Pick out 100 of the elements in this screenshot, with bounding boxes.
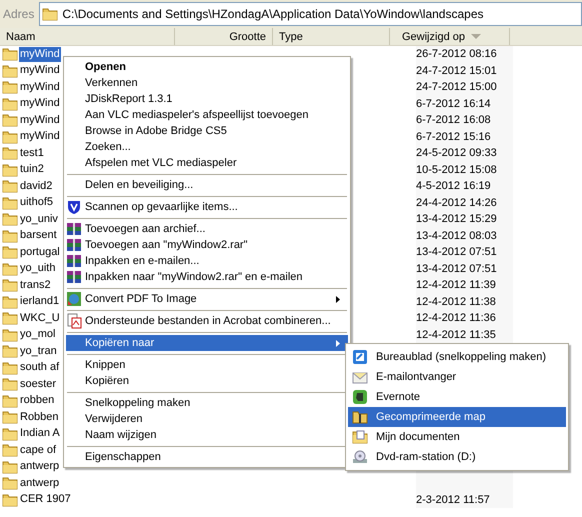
- file-name[interactable]: portugal: [19, 244, 61, 260]
- file-name[interactable]: CER 1907: [19, 492, 72, 508]
- date-modified-cell: 26-7-2012 08:16: [416, 48, 497, 60]
- date-modified-cell: 24-5-2012 09:33: [416, 147, 497, 160]
- document-icon: [66, 313, 82, 329]
- folder-icon: [2, 492, 18, 508]
- date-modified-cell: 2-3-2012 11:57: [416, 494, 490, 506]
- menu-item[interactable]: Ondersteunde bestanden in Acrobat combineren...: [66, 313, 348, 329]
- file-name[interactable]: test1: [19, 146, 45, 161]
- date-modified-cell: 10-5-2012 15:08: [416, 164, 497, 176]
- file-name[interactable]: david2: [19, 178, 54, 194]
- menu-item[interactable]: Kopiëren naar: [66, 335, 348, 351]
- menu-item[interactable]: Knippen: [66, 357, 348, 373]
- books-icon: [66, 237, 82, 253]
- file-name[interactable]: soester: [19, 376, 58, 392]
- menu-item[interactable]: Naam wijzigen: [66, 427, 348, 443]
- file-name[interactable]: myWind: [19, 96, 61, 112]
- folder-icon: [2, 244, 18, 260]
- file-name[interactable]: Indian A: [19, 426, 61, 442]
- file-name[interactable]: barsent: [19, 228, 58, 244]
- date-modified-cell: 6-7-2012 16:08: [416, 114, 491, 126]
- file-name[interactable]: myWind: [19, 46, 61, 62]
- menu-item[interactable]: Dvd-ram-station (D:): [348, 447, 566, 467]
- folder-icon: [2, 162, 18, 178]
- file-name[interactable]: WKC_U: [19, 310, 61, 326]
- file-name[interactable]: myWind: [19, 80, 61, 95]
- folder-icon: [2, 96, 18, 112]
- date-modified-cell: 12-4-2012 11:36: [416, 312, 496, 324]
- column-header[interactable]: Naam: [0, 28, 175, 45]
- zip-folder-icon: [352, 409, 368, 425]
- file-name[interactable]: cape of: [19, 442, 58, 458]
- documents-folder-icon: [352, 429, 368, 445]
- menu-item[interactable]: Eigenschappen: [66, 449, 348, 465]
- menu-item[interactable]: Toevoegen aan "myWindow2.rar": [66, 237, 348, 253]
- menu-item[interactable]: Mijn documenten: [348, 427, 566, 447]
- folder-icon: [2, 458, 18, 475]
- column-header[interactable]: Type: [273, 28, 390, 45]
- folder-icon: [2, 46, 18, 62]
- file-name[interactable]: myWind: [19, 112, 61, 128]
- column-header[interactable]: Gewijzigd op: [390, 28, 510, 45]
- menu-item[interactable]: Kopiëren: [66, 373, 348, 389]
- menu-item[interactable]: Browse in Adobe Bridge CS5: [66, 123, 348, 139]
- file-name[interactable]: myWind: [19, 63, 61, 78]
- folder-icon: [2, 376, 18, 392]
- menu-item[interactable]: Convert PDF To Image: [66, 291, 348, 307]
- file-name[interactable]: uithof5: [19, 195, 54, 210]
- folder-icon: [2, 475, 18, 492]
- file-name[interactable]: myWind: [19, 129, 61, 144]
- address-field[interactable]: C:\Documents and Settings\HZondagA\Application Data\YoWindow\landscapes: [39, 2, 582, 26]
- file-name[interactable]: yo_univ: [19, 212, 59, 227]
- folder-icon: [2, 260, 18, 277]
- file-name[interactable]: tuin2: [19, 162, 45, 178]
- menu-item[interactable]: Afspelen met VLC mediaspeler: [66, 155, 348, 171]
- menu-item[interactable]: JDiskReport 1.3.1: [66, 91, 348, 107]
- folder-icon: [2, 277, 18, 294]
- menu-item[interactable]: Zoeken...: [66, 139, 348, 155]
- desktop-icon: [352, 349, 368, 365]
- menu-item[interactable]: Delen en beveiliging...: [66, 177, 348, 193]
- file-name[interactable]: Robben: [19, 410, 60, 425]
- folder-icon: [2, 178, 18, 194]
- menu-item[interactable]: Verkennen: [66, 75, 348, 91]
- menu-item[interactable]: Toevoegen aan archief...: [66, 221, 348, 237]
- menu-item[interactable]: Evernote: [348, 387, 566, 407]
- menu-item[interactable]: Openen: [66, 59, 348, 75]
- date-modified-cell: 13-4-2012 08:03: [416, 230, 497, 242]
- menu-item[interactable]: Snelkoppeling maken: [66, 395, 348, 411]
- file-name[interactable]: south af: [19, 360, 60, 376]
- menu-item[interactable]: Bureaublad (snelkoppeling maken): [348, 347, 566, 367]
- shield-icon: [66, 199, 82, 215]
- menu-item[interactable]: E-mailontvanger: [348, 367, 566, 387]
- menu-item[interactable]: Verwijderen: [66, 411, 348, 427]
- folder-icon: [2, 194, 18, 211]
- date-modified-cell: 12-4-2012 11:38: [416, 296, 496, 308]
- address-label: Adres: [3, 7, 34, 21]
- file-name[interactable]: antwerp: [19, 476, 60, 491]
- date-modified-cell: 24-4-2012 14:26: [416, 196, 497, 209]
- file-name[interactable]: yo_mol: [19, 327, 56, 342]
- folder-icon: [2, 442, 18, 458]
- file-name[interactable]: trans2: [19, 278, 52, 293]
- date-modified-cell: 12-4-2012 11:39: [416, 279, 496, 292]
- menu-item[interactable]: Scannen op gevaarlijke items...: [66, 199, 348, 215]
- menu-item[interactable]: Gecomprimeerde map: [348, 407, 566, 427]
- folder-icon: [2, 426, 18, 442]
- file-name[interactable]: ierland1: [19, 294, 60, 310]
- file-name[interactable]: antwerp: [19, 459, 60, 474]
- file-name[interactable]: yo_tran: [19, 344, 58, 359]
- folder-icon: [2, 343, 18, 360]
- folder-icon: [2, 360, 18, 376]
- disc-drive-icon: [352, 449, 368, 465]
- menu-item[interactable]: Aan VLC mediaspeler's afspeellijst toevoegen: [66, 107, 348, 123]
- folder-icon: [2, 294, 18, 310]
- date-modified-cell: 24-7-2012 15:01: [416, 64, 497, 77]
- date-modified-cell: 6-7-2012 15:16: [416, 130, 491, 143]
- column-header[interactable]: Grootte: [175, 28, 273, 45]
- file-name[interactable]: yo_uith: [19, 261, 56, 276]
- menu-item[interactable]: Inpakken en e-mailen...: [66, 253, 348, 269]
- file-name[interactable]: robben: [19, 393, 56, 408]
- folder-icon: [2, 79, 18, 96]
- menu-item[interactable]: Inpakken naar "myWindow2.rar" en e-mailen: [66, 269, 348, 285]
- folder-icon: [2, 326, 18, 343]
